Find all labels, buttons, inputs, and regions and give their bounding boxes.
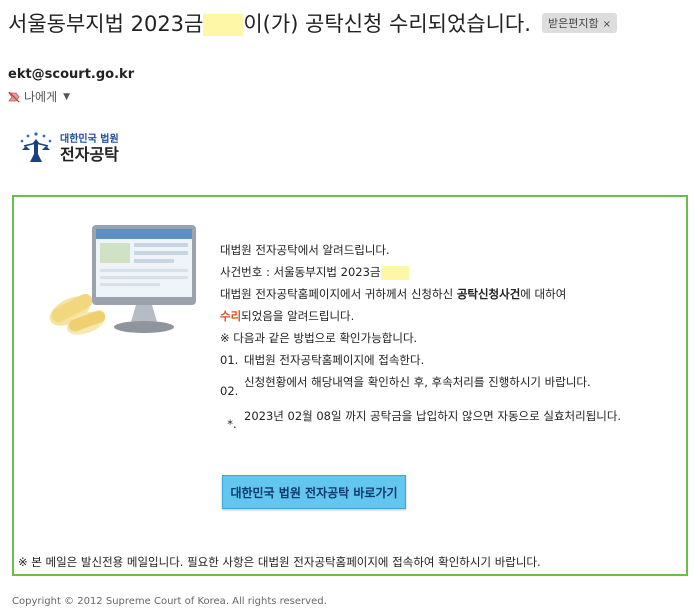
court-logo: 대한민국 법원 전자공탁 xyxy=(16,130,119,168)
accepted-line: 수리되었음을 알려드립니다. xyxy=(220,309,355,323)
chevron-down-icon[interactable]: ▼ xyxy=(63,92,70,102)
go-to-e-deposit-button[interactable]: 대한민국 법원 전자공탁 바로가기 xyxy=(222,475,406,509)
important-marker-icon[interactable] xyxy=(8,91,20,103)
sender-address[interactable]: ekt@scourt.go.kr xyxy=(8,67,134,82)
inbox-label-chip[interactable]: 받은편지함 × xyxy=(542,13,618,33)
inbox-label-text: 받은편지함 xyxy=(548,17,599,30)
no-reply-notice: ※ 본 메일은 발신전용 메일입니다. 필요한 사항은 대법원 전자공탁홈페이지… xyxy=(18,555,541,569)
redacted-case-number-small xyxy=(380,265,409,280)
case-number-line: 사건번호 : 서울동부지법 2023금 xyxy=(220,261,650,283)
notice-line: 대법원 전자공탁홈페이지에서 귀하께서 신청하신 공탁신청사건에 대하여 xyxy=(220,287,567,301)
recipient-row: 나에게 ▼ xyxy=(8,88,70,105)
email-subject: 서울동부지법 2023금 이(가) 공탁신청 수리되었습니다. xyxy=(8,8,531,38)
court-emblem-icon xyxy=(20,132,52,162)
method-note: ※ 다음과 같은 방법으로 확인가능합니다. xyxy=(220,331,418,345)
redacted-case-number xyxy=(203,14,244,36)
logo-title: 전자공탁 xyxy=(60,145,119,164)
application-case-emphasis: 공탁신청사건 xyxy=(456,287,521,301)
subject-suffix: 이(가) 공탁신청 수리되었습니다. xyxy=(243,12,531,36)
remove-label-icon[interactable]: × xyxy=(603,19,611,30)
accepted-emphasis: 수리 xyxy=(220,309,242,323)
recipient-label: 나에게 xyxy=(24,90,58,104)
subject-prefix: 서울동부지법 2023금 xyxy=(8,12,204,36)
email-content-frame: 대법원 전자공탁에서 알려드립니다. 사건번호 : 서울동부지법 2023금 대… xyxy=(12,195,688,576)
computer-monitor-icon xyxy=(49,225,196,335)
intro-line: 대법원 전자공탁에서 알려드립니다. xyxy=(220,243,390,257)
copyright-text: Copyright © 2012 Supreme Court of Korea.… xyxy=(12,596,327,607)
step-item: 01. 대법원 전자공탁홈페이지에 접속한다. xyxy=(220,353,425,367)
message-body: 대법원 전자공탁에서 알려드립니다. 사건번호 : 서울동부지법 2023금 대… xyxy=(220,239,650,433)
email-header: 서울동부지법 2023금 이(가) 공탁신청 수리되었습니다. 받은편지함 × xyxy=(8,8,692,38)
step-item: 02. 신청현황에서 해당내역을 확인하신 후, 후속처리를 진행하시기 바랍니… xyxy=(220,375,591,398)
step-item: *. 2023년 02월 08일 까지 공탁금을 납입하지 않으면 자동으로 실… xyxy=(227,409,622,431)
